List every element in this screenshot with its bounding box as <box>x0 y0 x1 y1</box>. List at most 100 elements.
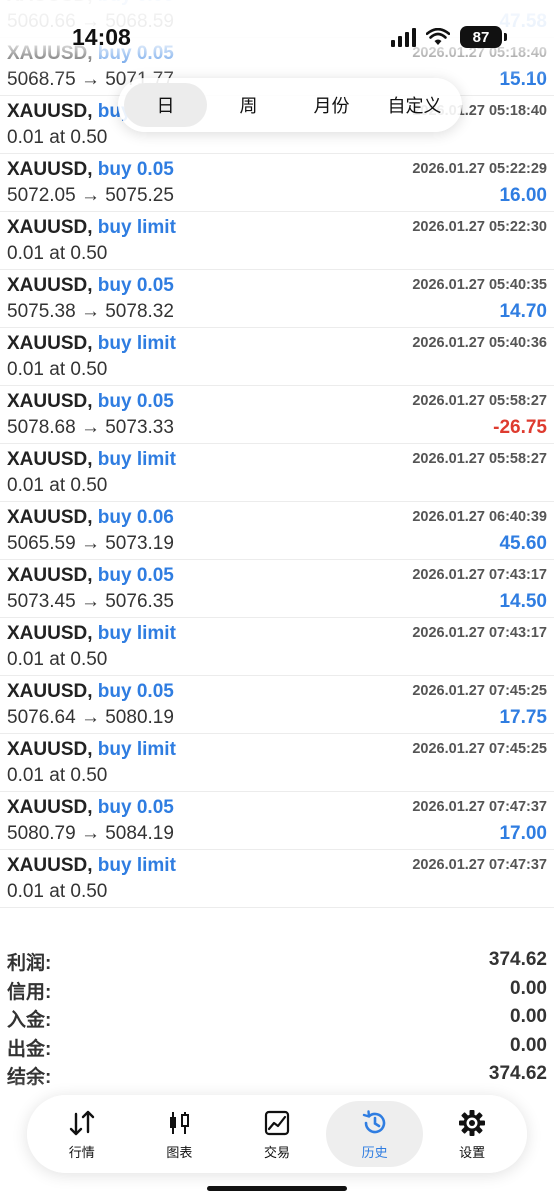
symbol-name: XAUUSD, <box>7 681 93 702</box>
trade-chart-icon <box>264 1108 290 1138</box>
symbol-name: XAUUSD, <box>7 391 93 412</box>
symbol-name: XAUUSD, <box>7 797 93 818</box>
row-symbol-line: XAUUSD, buy 0.06 <box>7 507 174 529</box>
order-profit: 17.75 <box>499 707 547 728</box>
order-side: buy limit <box>97 449 176 470</box>
order-prices: 5065.59 → 5073.19 <box>7 533 174 554</box>
tab-month[interactable]: 月份 <box>290 83 373 127</box>
order-prices: 0.01 at 0.50 <box>7 243 108 264</box>
order-side: buy limit <box>97 623 176 644</box>
tab-week[interactable]: 周 <box>207 83 290 127</box>
nav-trade[interactable]: 交易 <box>228 1101 326 1167</box>
history-row[interactable]: XAUUSD, buy 0.05 2026.01.27 05:22:29 5072.… <box>0 154 554 212</box>
period-tabs: 日周月份 自定义 <box>118 78 462 132</box>
row-symbol-line: XAUUSD, buy 0.05 <box>7 275 174 297</box>
symbol-name: XAUUSD, <box>7 739 93 760</box>
nav-label: 行情 <box>68 1144 95 1160</box>
order-prices: 5073.45 → 5076.35 <box>7 591 174 612</box>
order-prices: 5076.64 → 5080.19 <box>7 707 174 728</box>
history-row[interactable]: XAUUSD, buy limit 2026.01.27 07:45:25 0.01… <box>0 734 554 792</box>
nav-settings[interactable]: 设置 <box>423 1101 521 1167</box>
history-row[interactable]: XAUUSD, buy limit 2026.01.27 05:40:36 0.01… <box>0 328 554 386</box>
history-row[interactable]: XAUUSD, buy 0.05 2026.01.27 07:47:37 5080.… <box>0 792 554 850</box>
order-profit: 16.00 <box>499 185 547 206</box>
home-indicator <box>207 1186 347 1191</box>
history-row[interactable]: XAUUSD, buy 0.05 2026.01.27 05:58:27 5078.… <box>0 386 554 444</box>
row-symbol-line: XAUUSD, buy 0.05 <box>7 159 174 181</box>
order-time: 2026.01.27 05:40:35 <box>412 277 547 293</box>
nav-history[interactable]: 历史 <box>325 1101 424 1167</box>
nav-label: 图表 <box>166 1144 193 1160</box>
nav-quotes[interactable]: 行情 <box>33 1101 131 1167</box>
summary-label: 入金: <box>7 1010 52 1031</box>
order-prices: 5078.68 → 5073.33 <box>7 417 174 438</box>
summary-withdrawal: 出金: 0.00 <box>0 1032 554 1061</box>
summary-label: 利润: <box>7 953 52 974</box>
order-side: buy 0.05 <box>97 565 174 586</box>
history-row[interactable]: XAUUSD, buy 0.05 2026.01.27 07:45:25 5076.… <box>0 676 554 734</box>
row-symbol-line: XAUUSD, buy limit <box>7 739 176 761</box>
order-prices: 0.01 at 0.50 <box>7 649 108 670</box>
row-symbol-line: XAUUSD, buy limit <box>7 623 176 645</box>
summary-profit: 利润: 374.62 <box>0 946 554 975</box>
row-symbol-line: XAUUSD, buy limit <box>7 449 176 471</box>
status-bar: 14:08 87 <box>0 0 554 78</box>
order-side: buy 0.05 <box>97 797 174 818</box>
history-row[interactable]: XAUUSD, buy limit 2026.01.27 05:58:27 0.01… <box>0 444 554 502</box>
bottom-nav: 行情 图表 交易 历史 设置 <box>27 1095 527 1173</box>
cellular-signal-icon <box>391 27 416 47</box>
summary-value: 0.00 <box>510 1034 547 1056</box>
row-symbol-line: XAUUSD, buy 0.05 <box>7 681 174 703</box>
order-side: buy limit <box>97 333 176 354</box>
row-symbol-line: XAUUSD, buy limit <box>7 217 176 239</box>
order-side: buy limit <box>97 739 176 760</box>
wifi-icon <box>426 28 450 46</box>
row-symbol-line: XAUUSD, buy 0.05 <box>7 565 174 587</box>
order-side: buy 0.05 <box>97 159 174 180</box>
summary-credit: 信用: 0.00 <box>0 975 554 1004</box>
order-time: 2026.01.27 05:22:29 <box>412 161 547 177</box>
history-row[interactable]: XAUUSD, buy limit 2026.01.27 07:43:17 0.01… <box>0 618 554 676</box>
summary-label: 信用: <box>7 981 52 1003</box>
symbol-name: XAUUSD, <box>7 507 93 528</box>
history-row[interactable]: XAUUSD, buy limit 2026.01.27 05:22:30 0.01… <box>0 212 554 270</box>
gear-icon <box>458 1108 486 1138</box>
nav-label: 交易 <box>263 1144 290 1160</box>
order-time: 2026.01.27 05:58:27 <box>412 393 547 409</box>
history-row[interactable]: XAUUSD, buy limit 2026.01.27 07:47:37 0.01… <box>0 850 554 908</box>
order-prices: 5075.38 → 5078.32 <box>7 301 174 322</box>
row-symbol-line: XAUUSD, buy 0.05 <box>7 797 174 819</box>
history-row[interactable]: XAUUSD, buy 0.05 2026.01.27 07:43:17 5073.… <box>0 560 554 618</box>
tab-custom[interactable]: 自定义 <box>373 83 456 127</box>
order-time: 2026.01.27 07:45:25 <box>412 741 547 757</box>
nav-label: 历史 <box>361 1144 388 1160</box>
order-side: buy limit <box>97 217 176 238</box>
order-time: 2026.01.27 07:43:17 <box>412 567 547 583</box>
order-prices: 0.01 at 0.50 <box>7 765 108 786</box>
app-root: XAUUSD, buy 0.062026.01.27 05:16:435060.… <box>0 0 554 1200</box>
history-row[interactable]: XAUUSD, buy 0.05 2026.01.27 05:40:35 5075.… <box>0 270 554 328</box>
summary-value: 0.00 <box>510 1006 547 1027</box>
summary-value: 0.00 <box>510 977 547 999</box>
order-prices: 0.01 at 0.50 <box>7 359 108 380</box>
order-profit: 14.50 <box>499 591 547 612</box>
order-time: 2026.01.27 07:45:25 <box>412 683 547 699</box>
order-prices: 0.01 at 0.50 <box>7 475 108 496</box>
order-profit: 45.60 <box>499 533 547 554</box>
battery-icon: 87 <box>460 26 507 48</box>
summary-value: 374.62 <box>488 949 547 970</box>
symbol-name: XAUUSD, <box>7 101 93 122</box>
quotes-arrows-icon <box>68 1108 96 1138</box>
candlestick-chart-icon <box>166 1108 192 1138</box>
nav-chart[interactable]: 图表 <box>131 1101 229 1167</box>
tab-day[interactable]: 日 <box>124 83 207 127</box>
nav-label: 设置 <box>459 1144 486 1160</box>
order-side: buy 0.05 <box>97 391 174 412</box>
status-time: 14:08 <box>72 24 131 50</box>
history-clock-icon <box>361 1108 389 1138</box>
history-row[interactable]: XAUUSD, buy 0.06 2026.01.27 06:40:39 5065.… <box>0 502 554 560</box>
row-symbol-line: XAUUSD, buy limit <box>7 855 176 877</box>
order-time: 2026.01.27 05:40:36 <box>412 335 547 351</box>
order-side: buy 0.06 <box>97 507 174 528</box>
order-side: buy 0.05 <box>97 275 174 296</box>
